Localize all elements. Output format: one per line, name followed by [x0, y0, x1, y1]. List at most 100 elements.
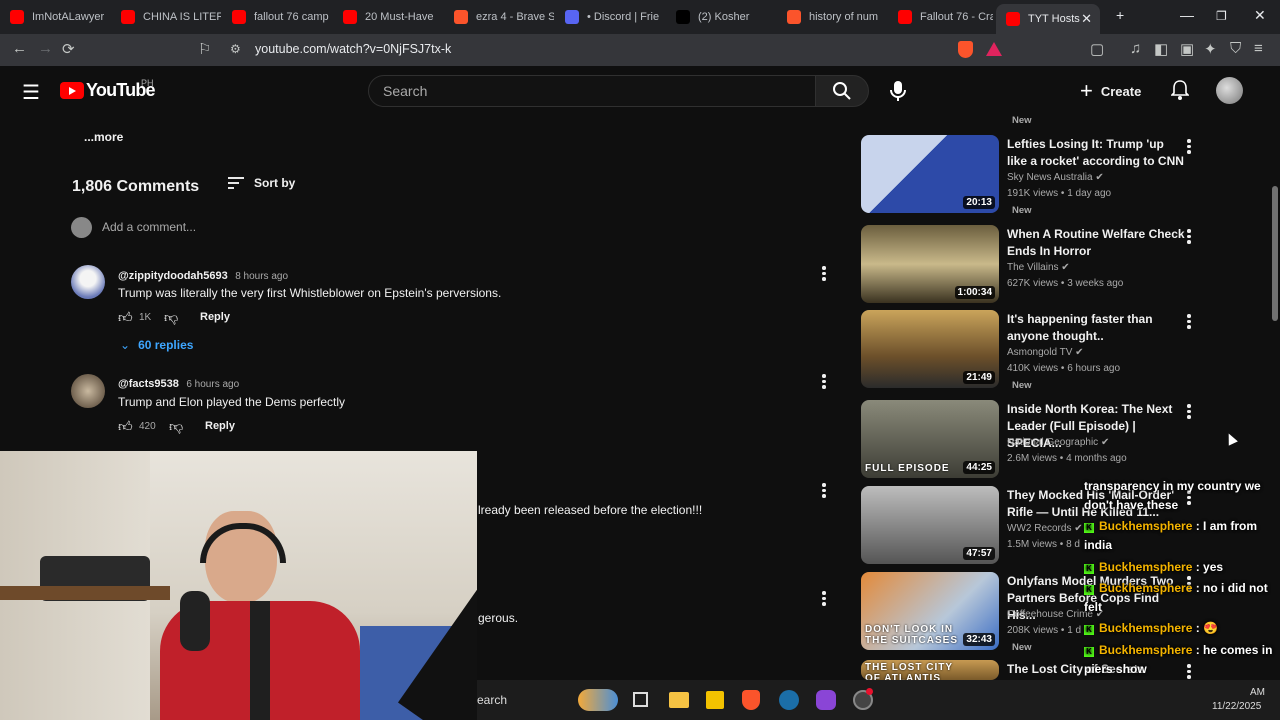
taskbar-date[interactable]: 11/22/2025 [1212, 701, 1261, 712]
create-button[interactable]: + Create [1080, 78, 1141, 104]
comment-time[interactable]: 8 hours ago [235, 271, 288, 282]
video-channel[interactable]: National Geographic ✔ [1007, 437, 1109, 448]
sort-by-button[interactable]: Sort by [228, 176, 295, 190]
video-thumbnail[interactable]: 47:57 [861, 486, 999, 564]
browser-tab[interactable]: CHINA IS LITER [111, 4, 221, 30]
add-comment-input[interactable]: Add a comment... [102, 220, 196, 234]
like-icon[interactable]: 👍︎ [118, 418, 133, 435]
video-title[interactable]: Lefties Losing It: Trump 'up like a rock… [1007, 136, 1185, 170]
comment-time[interactable]: 6 hours ago [186, 379, 239, 390]
file-explorer-icon[interactable] [669, 692, 689, 708]
brave-rewards-icon[interactable] [986, 42, 1002, 56]
dislike-icon[interactable]: 👎︎ [164, 309, 178, 326]
comment-author[interactable]: @facts9538 [118, 378, 179, 390]
chat-text: transparency in my country we don't have… [1084, 479, 1261, 512]
forward-icon[interactable]: → [38, 40, 53, 57]
steam-icon[interactable] [779, 690, 799, 710]
hamburger-menu-icon[interactable]: ☰ [22, 80, 40, 105]
minimize-button[interactable]: — [1180, 7, 1194, 23]
browser-tab[interactable]: TYT Hosts ✕ [996, 4, 1100, 34]
youtube-logo-icon[interactable] [60, 82, 84, 99]
sort-icon [228, 177, 244, 189]
comment-more-icon[interactable] [822, 591, 826, 606]
comment-text: Trump and Elon played the Dems perfectly [118, 395, 345, 409]
discord-taskbar-icon[interactable] [816, 690, 836, 710]
browser-tab[interactable]: history of num [777, 4, 887, 30]
tab-label: (2) Kosher [698, 11, 750, 23]
browser-tab[interactable]: (2) Kosher [666, 4, 776, 30]
like-icon[interactable]: 👍︎ [118, 309, 133, 326]
comment-more-icon[interactable] [822, 266, 826, 281]
reply-button[interactable]: Reply [200, 311, 230, 323]
taskbar-search[interactable]: earch [477, 693, 507, 707]
commenter-avatar[interactable] [71, 265, 105, 299]
video-channel[interactable]: WW2 Records ✔ [1007, 523, 1083, 534]
video-channel[interactable]: Sky News Australia ✔ [1007, 172, 1104, 183]
chevron-down-icon: ⌄ [120, 338, 131, 352]
wallet-icon[interactable]: ▣ [1180, 40, 1194, 58]
comment-more-icon[interactable] [822, 483, 826, 498]
video-title[interactable]: It's happening faster than anyone though… [1007, 311, 1185, 345]
media-icon[interactable]: ♫ [1130, 40, 1141, 57]
taskbar-time[interactable]: AM [1250, 687, 1265, 698]
scrollbar-thumb[interactable] [1272, 186, 1278, 321]
microphone-icon[interactable] [890, 80, 906, 102]
view-replies-button[interactable]: ⌄ 60 replies [120, 338, 193, 352]
close-tab-icon[interactable]: ✕ [1081, 11, 1092, 27]
video-channel[interactable]: Asmongold TV ✔ [1007, 347, 1084, 358]
browser-tab[interactable]: 20 Must-Have [333, 4, 443, 30]
reply-button[interactable]: Reply [205, 420, 235, 432]
browser-tab[interactable]: fallout 76 camp [222, 4, 332, 30]
channel-name: Asmongold TV [1007, 347, 1073, 358]
video-more-icon[interactable] [1187, 314, 1191, 329]
video-more-icon[interactable] [1187, 404, 1191, 419]
site-info-icon[interactable]: ⚙ [230, 42, 241, 56]
maximize-button[interactable]: ❐ [1216, 9, 1227, 23]
sidebar-toggle-icon[interactable]: ▢ [1090, 40, 1104, 58]
browser-tab[interactable]: • Discord | Frie [555, 4, 665, 30]
video-thumbnail[interactable]: THE LOST CITY OF ATLANTIS [861, 660, 999, 680]
video-more-icon[interactable] [1187, 229, 1191, 244]
vpn-icon[interactable]: ⛉ [1230, 40, 1241, 57]
sticky-notes-icon[interactable] [706, 691, 724, 709]
chat-text: : yes [1192, 560, 1224, 574]
bookmark-icon[interactable]: ⚐ [198, 40, 211, 58]
search-input[interactable]: Search [368, 75, 816, 107]
dislike-icon[interactable]: 👎︎ [169, 418, 183, 435]
browser-tab[interactable]: ezra 4 - Brave S [444, 4, 554, 30]
comment-more-icon[interactable] [822, 374, 826, 389]
video-thumbnail[interactable]: 1:00:34 [861, 225, 999, 303]
new-tab-button[interactable]: + [1116, 7, 1124, 23]
address-bar-url[interactable]: youtube.com/watch?v=0NjFSJ7tx-k [255, 42, 451, 56]
close-window-button[interactable]: ✕ [1254, 7, 1266, 24]
kick-badge-icon: K [1084, 523, 1094, 533]
reload-icon[interactable]: ⟳ [62, 40, 75, 58]
notifications-bell-icon[interactable] [1171, 80, 1189, 100]
back-icon[interactable]: ← [12, 40, 27, 57]
browser-tab[interactable]: ImNotALawyer [0, 4, 110, 30]
video-thumbnail[interactable]: 21:49 [861, 310, 999, 388]
leo-icon[interactable]: ✦ [1204, 40, 1217, 58]
video-thumbnail[interactable]: 20:13 [861, 135, 999, 213]
video-title[interactable]: When A Routine Welfare Check Ends In Hor… [1007, 226, 1185, 260]
search-highlight-icon[interactable] [578, 689, 618, 711]
new-badge: New [1012, 642, 1032, 653]
video-more-icon[interactable] [1187, 139, 1191, 154]
description-more-link[interactable]: ...more [84, 130, 123, 144]
video-channel[interactable]: The Villains ✔ [1007, 262, 1070, 273]
account-avatar[interactable] [1216, 77, 1243, 104]
browser-tab[interactable]: Fallout 76 - Cra [888, 4, 993, 30]
brave-taskbar-icon[interactable] [742, 690, 760, 710]
video-thumbnail[interactable]: DON'T LOOK IN THE SUITCASES 32:43 [861, 572, 999, 650]
channel-name: WW2 Records [1007, 523, 1072, 534]
reading-list-icon[interactable]: ◧ [1154, 40, 1168, 58]
comment-author[interactable]: @zippitydoodah5693 [118, 270, 228, 282]
search-button[interactable] [815, 75, 869, 107]
commenter-avatar[interactable] [71, 374, 105, 408]
comments-count: 1,806 Comments [72, 178, 200, 195]
brave-shields-icon[interactable] [958, 41, 973, 58]
channel-name: The Villains [1007, 262, 1059, 273]
menu-icon[interactable]: ≡ [1254, 40, 1263, 57]
task-view-icon[interactable] [633, 692, 648, 707]
video-thumbnail[interactable]: FULL EPISODE 44:25 [861, 400, 999, 478]
